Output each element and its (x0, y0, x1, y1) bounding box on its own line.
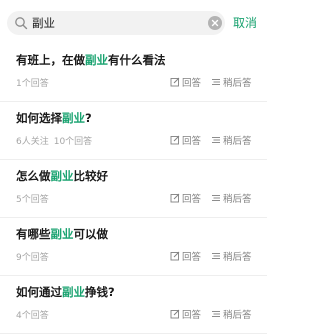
answer-later-label: 稍后答 (223, 252, 252, 263)
title-text: ? (85, 111, 92, 125)
clear-icon[interactable] (208, 16, 222, 30)
answer-label: 回答 (182, 194, 202, 205)
question-meta: 4个回答 (16, 308, 49, 321)
question-title[interactable]: 如何通过副业挣钱? (16, 284, 115, 300)
title-highlight: 副业 (50, 169, 74, 183)
list-icon (212, 137, 220, 143)
question-meta: 5个回答 (16, 192, 49, 205)
question-title[interactable]: 有哪些副业可以做 (16, 226, 108, 242)
title-text: 怎么做 (16, 169, 51, 183)
question-meta: 6人关注 10个回答 (16, 134, 92, 147)
edit-icon (170, 135, 180, 145)
list-icon (212, 195, 220, 201)
result-item[interactable]: 如何选择副业? 6人关注 10个回答 回答 稍后答 (0, 102, 267, 160)
result-item[interactable]: 怎么做副业比较好 5个回答 回答 稍后答 (0, 160, 267, 218)
title-text: 有班上，在做 (16, 53, 85, 67)
answer-label: 回答 (182, 310, 202, 321)
result-item[interactable]: 如何通过副业挣钱? 4个回答 回答 稍后答 (0, 276, 267, 334)
search-icon (15, 17, 28, 30)
search-bar: 取消 (0, 0, 267, 44)
question-title[interactable]: 怎么做副业比较好 (16, 168, 108, 184)
answer-label: 回答 (182, 78, 202, 89)
answer-button[interactable]: 回答 (170, 249, 201, 263)
answer-button[interactable]: 回答 (170, 75, 201, 89)
meta-text: 10个回答 (53, 137, 93, 147)
answer-later-button[interactable]: 稍后答 (211, 191, 252, 205)
result-item[interactable]: 有哪些副业可以做 9个回答 回答 稍后答 (0, 218, 267, 276)
title-text: 如何选择 (16, 111, 62, 125)
meta-text: 9个回答 (16, 253, 49, 263)
title-text: 如何通过 (16, 285, 62, 299)
answer-button[interactable]: 回答 (170, 133, 201, 147)
edit-icon (170, 309, 180, 319)
search-box[interactable] (7, 11, 225, 35)
title-highlight: 副业 (50, 227, 74, 241)
edit-icon (170, 77, 180, 87)
answer-later-label: 稍后答 (223, 78, 252, 89)
answer-later-label: 稍后答 (223, 136, 252, 147)
question-title[interactable]: 如何选择副业? (16, 110, 92, 126)
meta-text: 6人关注 (16, 137, 49, 147)
cancel-button[interactable]: 取消 (233, 14, 257, 31)
answer-label: 回答 (182, 136, 202, 147)
question-meta: 1个回答 (16, 76, 49, 89)
answer-later-label: 稍后答 (223, 194, 252, 205)
title-text: 有哪些 (16, 227, 51, 241)
title-highlight: 副业 (85, 53, 108, 67)
title-text: 有什么看法 (108, 53, 166, 67)
question-meta: 9个回答 (16, 250, 49, 263)
meta-text: 5个回答 (16, 195, 49, 205)
title-highlight: 副业 (62, 111, 85, 125)
answer-label: 回答 (182, 252, 202, 263)
title-text: 挣钱? (85, 285, 115, 299)
title-highlight: 副业 (62, 285, 85, 299)
answer-button[interactable]: 回答 (170, 307, 201, 321)
meta-text: 4个回答 (16, 311, 49, 321)
result-item[interactable]: 有班上，在做副业有什么看法 1个回答 回答 稍后答 (0, 44, 267, 102)
search-input[interactable] (32, 14, 202, 32)
answer-button[interactable]: 回答 (170, 191, 201, 205)
list-icon (212, 311, 220, 317)
edit-icon (170, 193, 180, 203)
list-icon (212, 253, 220, 259)
answer-later-button[interactable]: 稍后答 (211, 307, 252, 321)
list-icon (212, 79, 220, 85)
answer-later-button[interactable]: 稍后答 (211, 75, 252, 89)
answer-later-label: 稍后答 (223, 310, 252, 321)
title-text: 可以做 (73, 227, 109, 241)
result-list: 有班上，在做副业有什么看法 1个回答 回答 稍后答 如何选择副业? 6人关注 10… (0, 44, 267, 334)
title-text: 比较好 (73, 169, 109, 183)
edit-icon (170, 251, 180, 261)
meta-text: 1个回答 (16, 79, 49, 89)
answer-later-button[interactable]: 稍后答 (211, 249, 252, 263)
question-title[interactable]: 有班上，在做副业有什么看法 (16, 52, 166, 68)
answer-later-button[interactable]: 稍后答 (211, 133, 252, 147)
